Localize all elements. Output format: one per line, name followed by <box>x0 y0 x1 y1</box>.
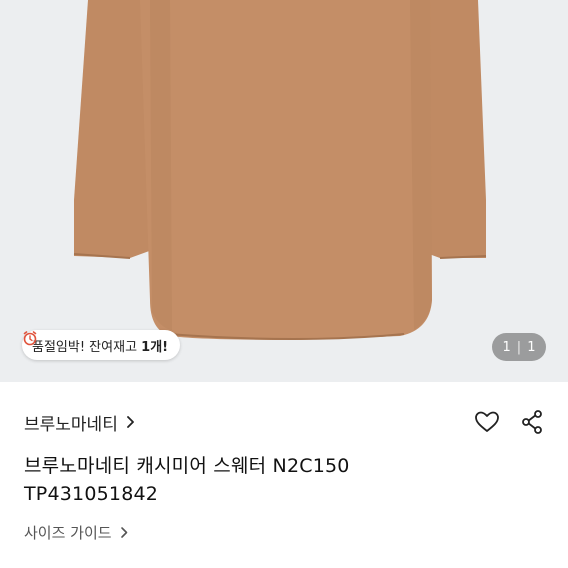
stock-badge-text: 품절임박! 잔여재고 <box>32 339 142 355</box>
heart-icon[interactable] <box>474 410 500 434</box>
sweater-photo <box>73 0 487 340</box>
gallery-page-indicator: 1 | 1 <box>492 333 546 361</box>
action-buttons <box>474 409 544 435</box>
brand-name: 브루노마네티 <box>24 414 118 435</box>
brand-link[interactable]: 브루노마네티 <box>24 410 136 435</box>
gallery-separator: | <box>516 339 522 355</box>
product-title: 브루노마네티 캐시미어 스웨터 N2C150 TP431051842 <box>24 452 544 508</box>
gallery-total: 1 <box>527 339 536 355</box>
product-image[interactable]: 품절임박! 잔여재고 1개! 1 | 1 <box>0 0 568 382</box>
product-title-line2: TP431051842 <box>24 483 159 505</box>
size-guide-link[interactable]: 사이즈 가이드 <box>24 522 129 543</box>
product-title-line1: 브루노마네티 캐시미어 스웨터 N2C150 <box>24 455 350 477</box>
chevron-right-icon <box>126 416 134 428</box>
brand-row: 브루노마네티 <box>24 404 544 440</box>
stock-count: 1개! <box>141 339 169 355</box>
chevron-right-icon <box>120 527 127 538</box>
gallery-current: 1 <box>502 339 511 355</box>
size-guide-label: 사이즈 가이드 <box>24 524 112 542</box>
alarm-clock-icon <box>23 331 37 346</box>
share-icon[interactable] <box>520 409 544 435</box>
low-stock-badge: 품절임박! 잔여재고 1개! <box>22 330 181 360</box>
